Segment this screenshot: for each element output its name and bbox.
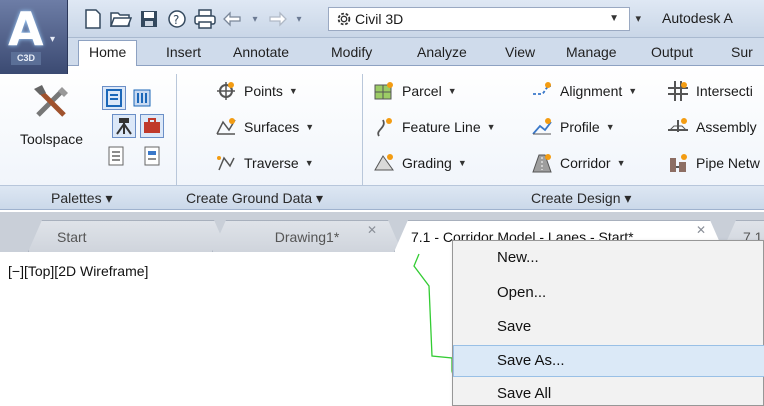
feature-line-icon <box>372 116 396 138</box>
pipe-network-label: Pipe Netw <box>696 155 760 171</box>
corridor-icon <box>530 152 554 174</box>
feature-line-label: Feature Line <box>402 119 481 135</box>
gear-icon <box>337 12 351 26</box>
surfaces-icon <box>214 116 238 138</box>
palettes-panel-title[interactable]: Palettes ▾ <box>51 190 113 207</box>
workspace-label: Civil 3D <box>355 11 404 27</box>
alignment-button[interactable]: Alignment ▼ <box>530 80 637 102</box>
chevron-down-icon: ▼ <box>628 86 638 96</box>
chevron-down-icon: ▼ <box>447 86 457 96</box>
chevron-down-icon: ▼ <box>457 158 467 168</box>
tab-insert[interactable]: Insert <box>166 44 201 60</box>
intersection-icon <box>666 80 690 102</box>
chevron-down-icon: ▼ <box>288 86 298 96</box>
close-icon[interactable]: ✕ <box>367 223 377 237</box>
surfaces-button[interactable]: Surfaces ▼ <box>214 116 314 138</box>
intersection-button[interactable]: Intersecti <box>666 80 753 102</box>
assembly-icon <box>666 116 690 138</box>
toolspace-icon[interactable] <box>30 82 74 122</box>
title-bar: ? ▾ ▾ Civil 3D ▼ ▾ Autodesk A <box>0 0 764 38</box>
customize-qat-icon[interactable]: ▾ <box>635 12 641 25</box>
surfaces-label: Surfaces <box>244 119 300 135</box>
corridor-label: Corridor <box>560 155 611 171</box>
pipe-network-icon <box>666 152 690 174</box>
alignment-label: Alignment <box>560 83 623 99</box>
assembly-label: Assembly <box>696 119 757 135</box>
ribbon-panel-titles: Palettes ▾ Create Ground Data ▾ Create D… <box>0 185 764 210</box>
profile-label: Profile <box>560 119 600 135</box>
window-title: Autodesk A <box>662 10 733 26</box>
ribbon-tab-bar: Home Insert Annotate Modify Analyze View… <box>68 38 764 67</box>
feature-line-button[interactable]: Feature Line ▼ <box>372 116 496 138</box>
toolspace-label: Toolspace <box>20 131 84 147</box>
file-context-menu: New... Open... Save Save As... Save All <box>452 240 764 406</box>
profile-icon <box>530 116 554 138</box>
undo-dropdown-icon[interactable]: ▾ <box>250 14 260 25</box>
chevron-down-icon: ▼ <box>305 122 315 132</box>
intersection-label: Intersecti <box>696 83 753 99</box>
parcel-icon <box>372 80 396 102</box>
alignment-icon <box>530 80 554 102</box>
create-design-panel-title[interactable]: Create Design ▾ <box>531 190 631 207</box>
grading-label: Grading <box>402 155 452 171</box>
properties-icon[interactable] <box>104 144 128 168</box>
points-button[interactable]: Points ▼ <box>214 80 298 102</box>
points-icon <box>214 80 238 102</box>
menu-item-save-as[interactable]: Save As... <box>453 345 764 377</box>
close-icon[interactable]: ✕ <box>696 223 706 237</box>
chevron-down-icon: ▼ <box>609 13 619 24</box>
tab-view[interactable]: View <box>505 44 535 60</box>
application-menu-button[interactable]: A C3D ▾ <box>0 0 68 74</box>
tab-analyze[interactable]: Analyze <box>417 44 467 60</box>
chevron-down-icon: ▾ <box>50 34 56 45</box>
traverse-icon <box>214 152 238 174</box>
tab-output[interactable]: Output <box>651 44 693 60</box>
parcel-label: Parcel <box>402 83 442 99</box>
save-icon[interactable] <box>138 8 160 30</box>
grading-icon <box>372 152 396 174</box>
menu-item-new[interactable]: New... <box>453 243 764 275</box>
toolbox-icon[interactable] <box>140 114 164 138</box>
menu-item-save[interactable]: Save <box>453 312 764 344</box>
corridor-button[interactable]: Corridor ▼ <box>530 152 626 174</box>
layer-panel-icon[interactable] <box>140 144 164 168</box>
tool-palettes-icon[interactable] <box>130 86 154 110</box>
tab-home[interactable]: Home <box>78 40 138 67</box>
menu-item-save-all[interactable]: Save All <box>453 379 764 406</box>
assembly-button[interactable]: Assembly <box>666 116 757 138</box>
toolspace-button[interactable]: Toolspace <box>20 131 83 147</box>
product-badge: C3D <box>11 52 41 65</box>
menu-item-open[interactable]: Open... <box>453 278 764 310</box>
chevron-down-icon: ▼ <box>486 122 496 132</box>
profile-button[interactable]: Profile ▼ <box>530 116 615 138</box>
traverse-button[interactable]: Traverse ▼ <box>214 152 314 174</box>
chevron-down-icon: ▼ <box>605 122 615 132</box>
workspace-dropdown[interactable]: Civil 3D ▼ ▾ <box>328 7 641 31</box>
tab-manage[interactable]: Manage <box>566 44 617 60</box>
prospector-icon[interactable] <box>102 86 126 110</box>
create-ground-data-panel-title[interactable]: Create Ground Data ▾ <box>186 190 323 207</box>
autodesk-logo-icon: A <box>8 2 44 56</box>
survey-icon[interactable] <box>112 114 136 138</box>
points-label: Points <box>244 83 283 99</box>
help-icon[interactable]: ? <box>166 8 188 30</box>
parcel-button[interactable]: Parcel ▼ <box>372 80 457 102</box>
open-folder-icon[interactable] <box>110 8 132 30</box>
chevron-down-icon: ▼ <box>616 158 626 168</box>
svg-text:?: ? <box>173 13 179 27</box>
undo-icon[interactable] <box>222 8 244 30</box>
new-file-icon[interactable] <box>82 8 104 30</box>
redo-dropdown-icon[interactable]: ▾ <box>294 14 304 25</box>
tab-annotate[interactable]: Annotate <box>233 44 289 60</box>
tab-modify[interactable]: Modify <box>331 44 372 60</box>
grading-button[interactable]: Grading ▼ <box>372 152 467 174</box>
redo-icon[interactable] <box>266 8 288 30</box>
chevron-down-icon: ▼ <box>304 158 314 168</box>
tab-start[interactable]: Start <box>28 220 228 252</box>
pipe-network-button[interactable]: Pipe Netw <box>666 152 760 174</box>
quick-access-toolbar: ? ▾ ▾ <box>82 6 304 32</box>
traverse-label: Traverse <box>244 155 299 171</box>
tab-survey[interactable]: Sur <box>731 44 753 60</box>
print-icon[interactable] <box>194 8 216 30</box>
